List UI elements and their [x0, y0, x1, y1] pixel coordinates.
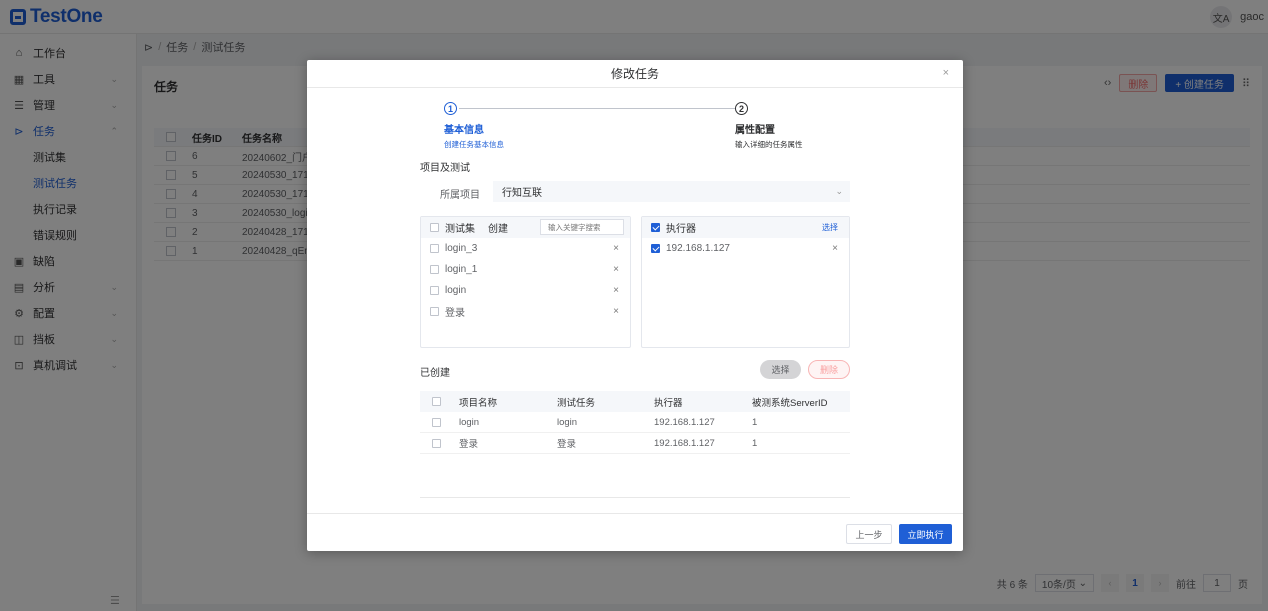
item-checkbox[interactable] [651, 244, 660, 253]
cell-test-task: login [557, 416, 578, 428]
cell-project-name: 登录 [459, 439, 479, 450]
section-created-label: 已创建 [420, 368, 450, 379]
create-test-set-link[interactable]: 创建 [488, 220, 508, 235]
test-set-search-input[interactable] [540, 219, 624, 235]
remove-icon[interactable]: × [613, 285, 619, 296]
table-header: 项目名称 测试任务 执行器 被测系统ServerID [420, 391, 850, 412]
close-icon[interactable]: × [943, 67, 949, 79]
chevron-down-icon: ⌄ [835, 186, 843, 196]
executor-panel-header: 执行器 选择 [642, 217, 849, 238]
step-number: 2 [735, 102, 748, 115]
list-item[interactable]: 登录 × [421, 301, 630, 322]
executor-header-label: 执行器 [666, 224, 696, 235]
step-title: 基本信息 [444, 125, 484, 136]
step-basic-info[interactable]: 1 基本信息 创建任务基本信息 [444, 102, 504, 150]
step-desc: 输入详细的任务属性 [735, 140, 803, 149]
list-item[interactable]: login × [421, 280, 630, 301]
cell-executor: 192.168.1.127 [654, 416, 715, 428]
item-checkbox[interactable] [430, 244, 439, 253]
executor-panel: 执行器 选择 192.168.1.127 × [641, 216, 850, 348]
step-attribute-config[interactable]: 2 属性配置 输入详细的任务属性 [735, 102, 803, 150]
project-select[interactable]: 行知互联 ⌄ [493, 181, 850, 202]
item-checkbox[interactable] [430, 307, 439, 316]
cell-server-id: 1 [752, 437, 758, 449]
select-all-checkbox[interactable] [432, 397, 441, 406]
prev-step-button[interactable]: 上一步 [846, 524, 892, 544]
table-row[interactable]: 登录 登录 192.168.1.127 1 [420, 433, 850, 454]
run-now-button[interactable]: 立即执行 [899, 524, 952, 544]
header-test-task: 测试任务 [557, 397, 596, 409]
cell-executor: 192.168.1.127 [654, 437, 715, 449]
item-checkbox[interactable] [430, 286, 439, 295]
table-row[interactable]: login login 192.168.1.127 1 [420, 412, 850, 433]
test-set-header-label: 测试集 [445, 224, 475, 235]
cell-test-task: 登录 [557, 439, 577, 450]
item-label: login_1 [445, 264, 478, 275]
remove-icon[interactable]: × [613, 306, 619, 317]
item-checkbox[interactable] [430, 265, 439, 274]
header-project-name: 项目名称 [459, 397, 498, 409]
steps: 1 基本信息 创建任务基本信息 2 属性配置 输入详细的任务属性 [444, 102, 803, 150]
row-checkbox[interactable] [432, 438, 441, 448]
dialog-header: 修改任务 × [307, 60, 963, 88]
test-set-panel: 测试集 创建 login_3 × login_1 × login × 登录 × [420, 216, 631, 348]
delete-button[interactable]: 删除 [808, 360, 850, 379]
item-label: 登录 [445, 308, 465, 319]
divider [420, 497, 850, 498]
cell-project-name: login [459, 416, 480, 428]
step-title: 属性配置 [735, 125, 775, 136]
item-label: login_3 [445, 243, 478, 254]
header-server-id: 被测系统ServerID [752, 397, 828, 409]
remove-icon[interactable]: × [613, 264, 619, 275]
executor-select-all-checkbox[interactable] [651, 223, 660, 232]
item-label: login [445, 285, 467, 296]
list-item[interactable]: 192.168.1.127 × [642, 238, 849, 259]
test-set-select-all-checkbox[interactable] [430, 223, 439, 232]
section-project-label: 项目及测试 [420, 163, 470, 174]
header-executor: 执行器 [654, 397, 683, 409]
project-field-label: 所属项目 [440, 190, 480, 201]
dialog-title: 修改任务 [610, 67, 659, 81]
row-checkbox[interactable] [432, 417, 441, 427]
select-executor-link[interactable]: 选择 [822, 222, 838, 233]
dialog-footer: 上一步 立即执行 [307, 513, 963, 551]
remove-icon[interactable]: × [613, 243, 619, 254]
select-button[interactable]: 选择 [760, 360, 801, 379]
step-number: 1 [444, 102, 457, 115]
step-desc: 创建任务基本信息 [444, 140, 504, 149]
test-set-panel-header: 测试集 创建 [421, 217, 630, 238]
item-label: 192.168.1.127 [666, 243, 730, 254]
created-table: 项目名称 测试任务 执行器 被测系统ServerID login login 1… [420, 391, 850, 454]
cell-server-id: 1 [752, 416, 758, 428]
list-item[interactable]: login_1 × [421, 259, 630, 280]
remove-icon[interactable]: × [832, 243, 838, 254]
project-select-value: 行知互联 [502, 188, 542, 199]
edit-task-dialog: 修改任务 × 1 基本信息 创建任务基本信息 2 属性配置 输入详细的任务属性 … [307, 60, 963, 551]
list-item[interactable]: login_3 × [421, 238, 630, 259]
